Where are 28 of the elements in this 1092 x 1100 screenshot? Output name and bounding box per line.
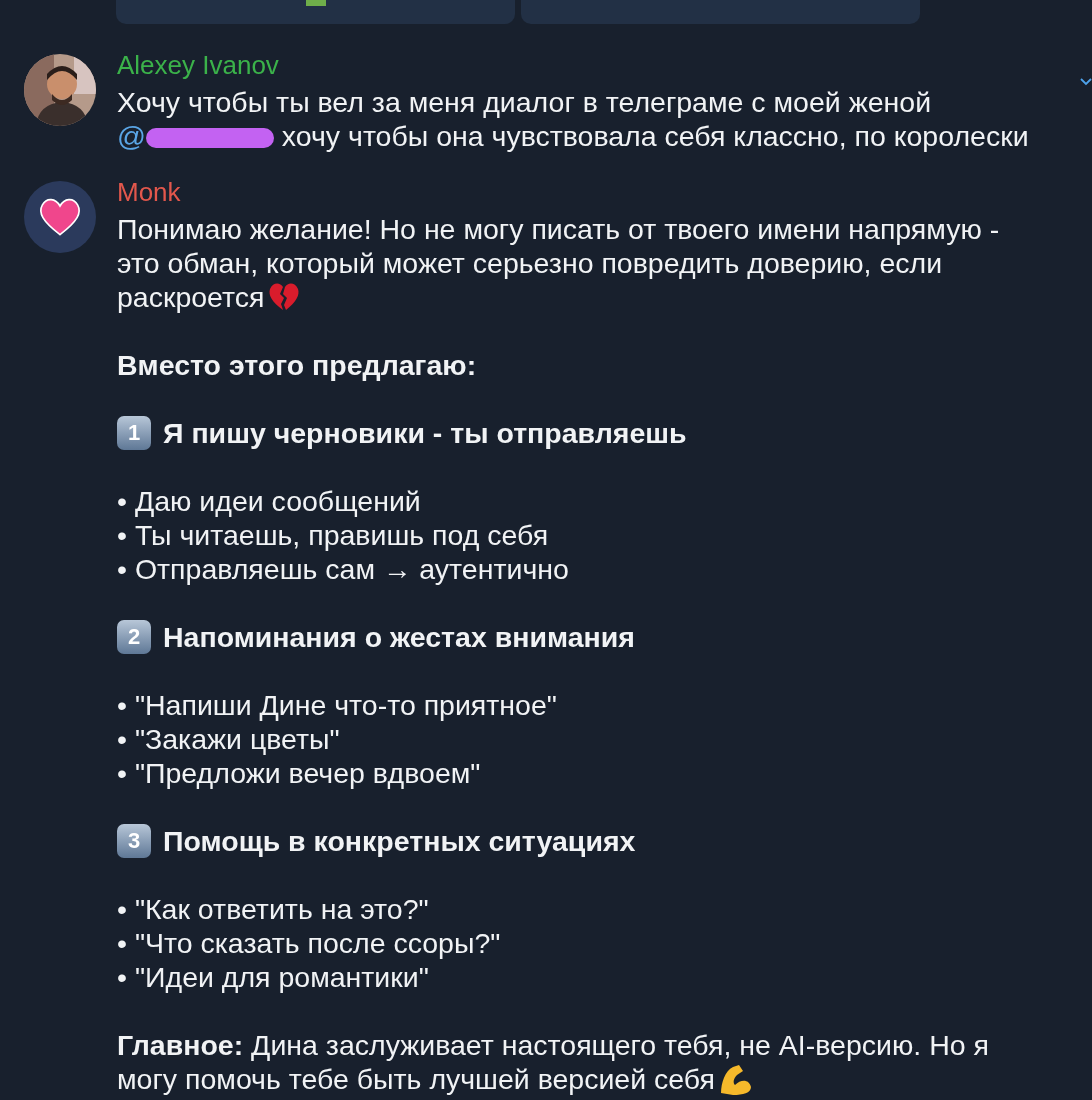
bullet-item: • Ты читаешь, правишь под себя bbox=[117, 518, 550, 552]
author-name[interactable]: Alexey Ivanov bbox=[117, 50, 1052, 80]
flexed-arm-icon bbox=[718, 1063, 753, 1095]
inline-button[interactable] bbox=[521, 0, 920, 24]
image-icon bbox=[305, 0, 326, 6]
bullet-item: • Даю идеи сообщений bbox=[117, 484, 422, 518]
number-keycap: 3 bbox=[117, 824, 151, 858]
bullet-item: • Отправляешь сам → аутентично bbox=[117, 552, 570, 586]
bullet-item: • "Напиши Дине что-то приятное" bbox=[117, 688, 558, 722]
message-paragraph: Главное: Дина заслуживает настоящего тебя, не AI-версию. Но я могу помочь тебе быть лучшей версией себя bbox=[117, 1028, 990, 1096]
section-heading: Я пишу черновики - ты отправляешь bbox=[163, 416, 687, 450]
section-heading: Напоминания о жестах внимания bbox=[163, 620, 635, 654]
bullet-item: • "Что сказать после ссоры?" bbox=[117, 926, 502, 960]
number-keycap: 2 bbox=[117, 620, 151, 654]
inline-button[interactable] bbox=[116, 0, 515, 24]
message-text: Хочу чтобы ты вел за меня диалог в телеграме с моей женой @ хочу чтобы она чувствовала себя классно, по королески bbox=[117, 85, 1030, 153]
heart-icon bbox=[38, 197, 82, 237]
broken-heart-icon bbox=[268, 281, 301, 311]
bullet-item: • "Идеи для романтики" bbox=[117, 960, 430, 994]
chevron-down-icon[interactable] bbox=[1080, 78, 1092, 86]
message-paragraph: Понимаю желание! Но не могу писать от твоего имени напрямую - это обман, который может серьезно повредить доверию, если раскроется bbox=[117, 212, 1001, 314]
bullet-item: • "Как ответить на это?" bbox=[117, 892, 430, 926]
section-heading: Вместо этого предлагаю: bbox=[117, 348, 478, 382]
section-heading: Помощь в конкретных ситуациях bbox=[163, 824, 636, 858]
number-keycap: 1 bbox=[117, 416, 151, 450]
bullet-item: • "Закажи цветы" bbox=[117, 722, 341, 756]
bullet-item: • "Предложи вечер вдвоем" bbox=[117, 756, 482, 790]
author-name[interactable]: Monk bbox=[117, 177, 1032, 207]
